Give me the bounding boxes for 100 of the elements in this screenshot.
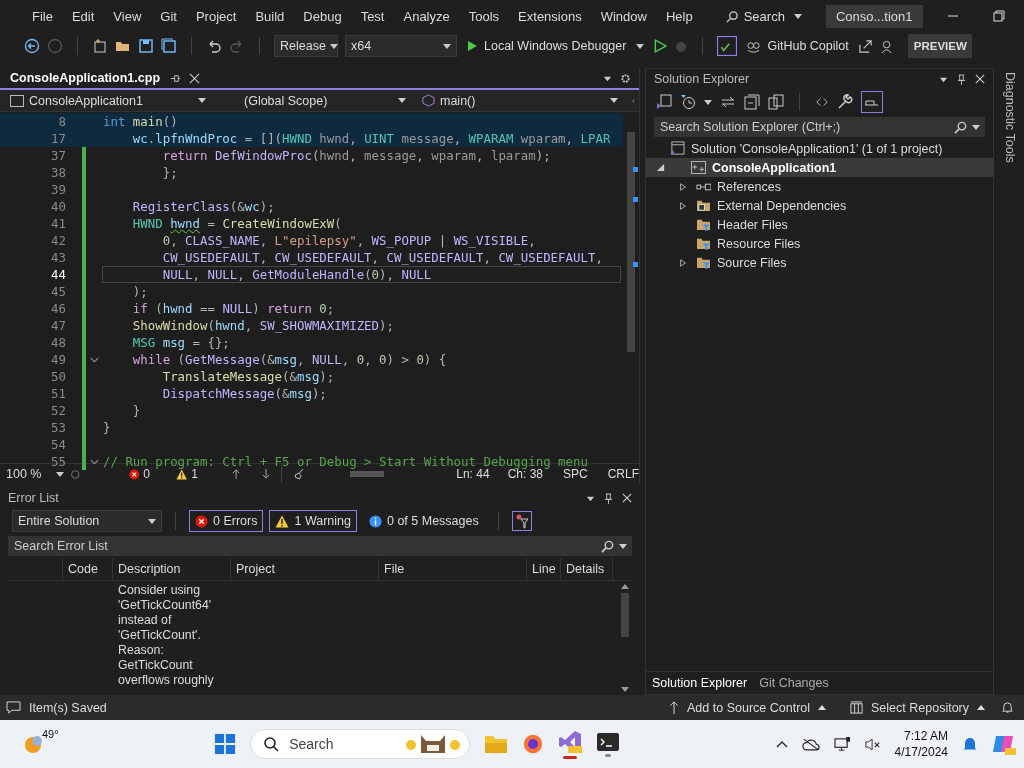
chevron-up-icon[interactable] — [775, 740, 788, 748]
clock-date[interactable]: 4/17/2024 — [894, 744, 948, 760]
side-tab[interactable]: Diagnostic Tools — [1003, 72, 1017, 163]
menu-item[interactable]: Analyze — [395, 8, 461, 24]
code-icon[interactable] — [815, 95, 829, 109]
caret-icon[interactable] — [619, 544, 627, 549]
spell-check-icon[interactable] — [717, 36, 738, 56]
menu-item[interactable]: Extensions — [510, 8, 593, 24]
line-indicator[interactable]: Ln: 44 — [456, 467, 490, 481]
clock-time[interactable]: 7:12 AM — [903, 728, 948, 744]
collapse-all-icon[interactable] — [744, 94, 760, 110]
project-dropdown[interactable]: ConsoleApplication1 — [8, 90, 208, 111]
tree-item[interactable]: Resource Files — [717, 236, 801, 251]
terminal-icon[interactable] — [596, 731, 621, 752]
collapse-icon[interactable] — [89, 356, 99, 363]
column-header[interactable]: Code — [63, 558, 113, 580]
menu-item[interactable]: Test — [352, 8, 396, 24]
close-icon[interactable] — [189, 72, 200, 84]
save-all-icon[interactable] — [161, 38, 177, 54]
monitor-icon[interactable] — [833, 736, 851, 752]
cloud-icon[interactable] — [801, 737, 820, 751]
restore-icon[interactable] — [992, 10, 1005, 22]
copilot-button[interactable]: GitHub Copilot — [744, 38, 851, 54]
scroll-down-icon[interactable] — [621, 687, 629, 692]
expand-arrow-icon[interactable] — [656, 163, 665, 172]
caret-icon[interactable] — [704, 99, 712, 105]
copy-icon[interactable] — [768, 94, 784, 110]
menu-item[interactable]: View — [105, 8, 153, 24]
column-header[interactable]: File — [379, 558, 527, 580]
column-indicator[interactable]: Ch: 38 — [507, 467, 543, 481]
menu-item[interactable]: File — [24, 8, 64, 24]
pin-icon[interactable] — [604, 492, 613, 504]
column-header[interactable]: Line — [527, 558, 561, 580]
speaker-muted-icon[interactable] — [864, 736, 881, 752]
tree-item[interactable]: Solution 'ConsoleApplication1' (1 of 1 project) — [691, 141, 943, 156]
expand-arrow-icon[interactable] — [679, 257, 687, 268]
down-arrow-icon[interactable] — [262, 468, 271, 480]
error-icon[interactable] — [128, 467, 140, 481]
search-button[interactable]: Search — [717, 8, 810, 24]
collapse-icon[interactable] — [89, 458, 99, 465]
bell-icon[interactable] — [1001, 701, 1014, 714]
pin-icon[interactable] — [170, 72, 181, 84]
preview-button[interactable]: PREVIEW — [907, 34, 972, 58]
settings-icon[interactable] — [620, 72, 631, 84]
menu-item[interactable]: Window — [592, 8, 658, 24]
scroll-thumb[interactable] — [621, 593, 629, 637]
filter-toggle[interactable]: 1 Warning — [269, 510, 357, 532]
add-to-source-control-button[interactable]: Add to Source Control — [661, 700, 835, 715]
scope-dropdown[interactable]: Entire Solution — [12, 510, 162, 532]
scroll-thumb[interactable] — [350, 471, 385, 477]
search-field[interactable]: Search Error List — [8, 536, 632, 556]
switch-views-icon[interactable] — [656, 94, 672, 110]
filter-icon[interactable] — [511, 511, 532, 531]
feedback-icon[interactable] — [879, 38, 895, 54]
menu-item[interactable]: Help — [657, 8, 704, 24]
column-header[interactable]: Project — [231, 558, 379, 580]
search-field[interactable]: Search Solution Explorer (Ctrl+;) — [654, 117, 985, 137]
menu-item[interactable]: Edit — [63, 8, 106, 24]
menu-item[interactable]: Build — [247, 8, 296, 24]
new-item-icon[interactable] — [92, 38, 108, 54]
configuration-dropdown[interactable]: Release — [274, 35, 338, 57]
menu-item[interactable]: Debug — [295, 8, 353, 24]
preview-icon[interactable] — [861, 91, 883, 113]
platform-dropdown[interactable]: x64 — [345, 35, 457, 57]
scroll-thumb[interactable] — [627, 132, 635, 352]
wrench-icon[interactable] — [837, 94, 853, 110]
menu-item[interactable]: Project — [187, 8, 248, 24]
tree-item[interactable]: References — [717, 179, 781, 194]
start-debugging-button[interactable]: Local Windows Debugger — [464, 39, 647, 53]
notification-icon[interactable] — [6, 701, 21, 714]
column-header[interactable]: Details — [561, 558, 613, 580]
search-icon[interactable] — [600, 540, 616, 553]
bell-icon[interactable] — [962, 736, 978, 752]
tree-item[interactable]: Source Files — [717, 255, 787, 270]
history-icon[interactable] — [680, 94, 696, 110]
caret-icon[interactable] — [972, 125, 980, 130]
menu-item[interactable]: Tools — [460, 8, 511, 24]
filter-toggle[interactable]: 0 Errors — [189, 510, 264, 532]
tree-item[interactable]: External Dependencies — [717, 198, 847, 213]
sync-icon[interactable] — [720, 94, 736, 110]
panel-tab[interactable]: Git Changes — [753, 672, 835, 694]
document-tab[interactable]: ConsoleApplication1.cpp — [0, 68, 162, 88]
taskbar-search-field[interactable]: Search — [250, 729, 471, 759]
select-repository-button[interactable]: Select Repository — [842, 700, 993, 715]
whitespace-indicator[interactable]: SPC — [563, 467, 588, 481]
save-icon[interactable] — [138, 38, 154, 54]
browser-icon[interactable] — [522, 733, 545, 755]
menu-item[interactable]: Git — [152, 8, 188, 24]
search-icon[interactable] — [953, 121, 969, 134]
expand-arrow-icon[interactable] — [679, 181, 687, 192]
visual-studio-icon[interactable] — [558, 729, 583, 754]
share-icon[interactable] — [857, 38, 873, 54]
up-arrow-icon[interactable] — [231, 468, 241, 480]
scope-dropdown[interactable]: (Global Scope) — [220, 90, 408, 111]
member-dropdown[interactable]: main() — [420, 90, 620, 111]
close-icon[interactable] — [622, 493, 632, 503]
tree-item[interactable]: Header Files — [717, 217, 788, 232]
line-ending-indicator[interactable]: CRLF — [607, 467, 639, 481]
column-header[interactable]: Description — [113, 558, 231, 580]
start-icon[interactable] — [214, 733, 237, 755]
